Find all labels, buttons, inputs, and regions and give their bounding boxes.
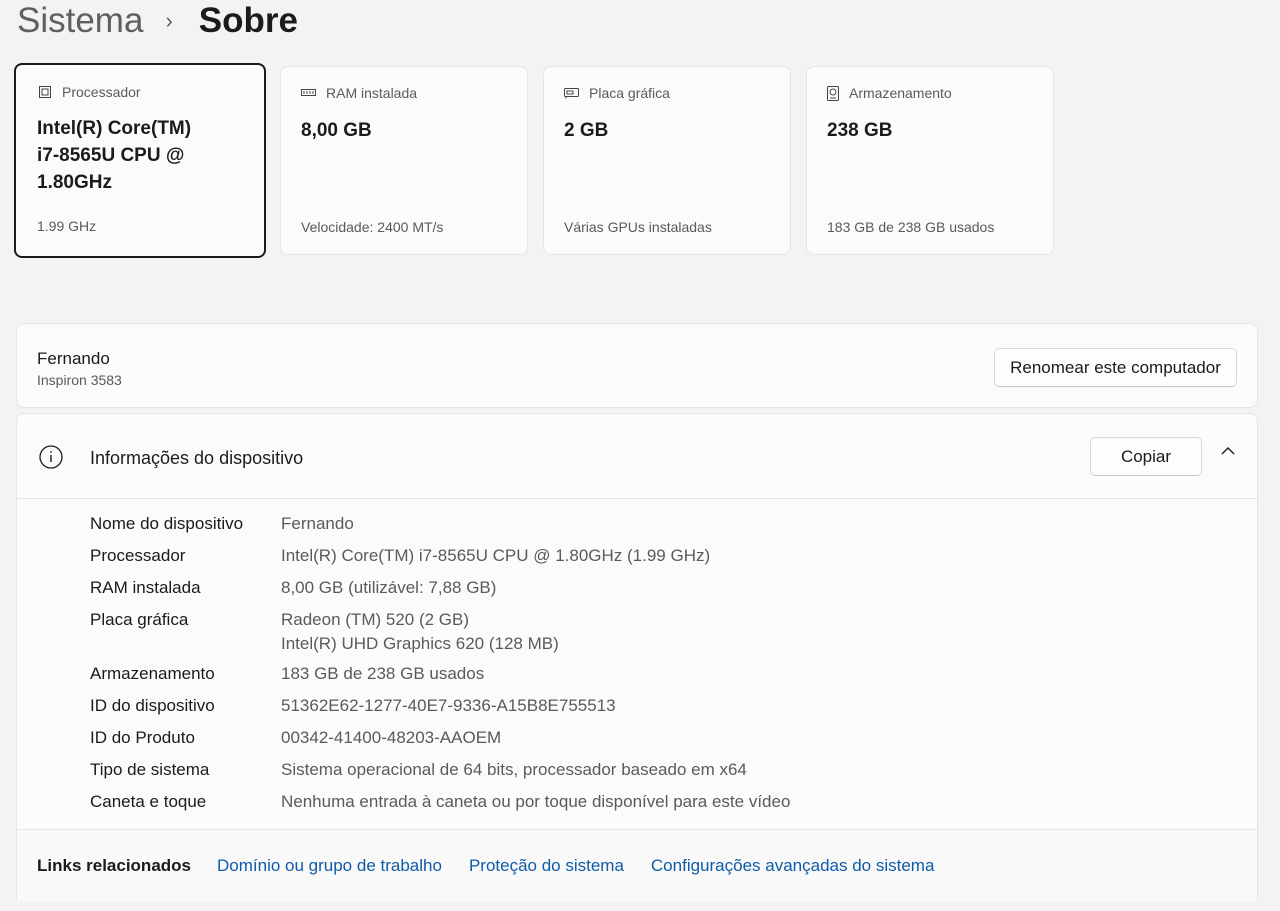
- link-system-protection[interactable]: Proteção do sistema: [469, 856, 624, 876]
- spec-value: Radeon (TM) 520 (2 GB): [281, 610, 470, 629]
- card-ram[interactable]: RAM instalada 8,00 GB Velocidade: 2400 M…: [280, 66, 528, 255]
- device-info-header[interactable]: Informações do dispositivo Copiar: [17, 414, 1257, 499]
- copy-button[interactable]: Copiar: [1090, 437, 1202, 476]
- computer-name: Fernando: [37, 349, 110, 368]
- card-gpu[interactable]: Placa gráfica 2 GB Várias GPUs instalada…: [543, 66, 791, 255]
- spec-row-gpu: Placa gráfica Radeon (TM) 520 (2 GB) Int…: [90, 608, 559, 656]
- spec-row-product-id: ID do Produto 00342-41400-48203-AAOEM: [90, 726, 501, 750]
- spec-value: Nenhuma entrada à caneta ou por toque di…: [281, 792, 791, 811]
- spec-label: ID do dispositivo: [90, 696, 215, 715]
- card-processor[interactable]: Processador Intel(R) Core(TM) i7-8565U C…: [14, 63, 266, 258]
- breadcrumb-sistema[interactable]: Sistema: [17, 1, 143, 41]
- card-footer: 183 GB de 238 GB usados: [827, 219, 995, 235]
- computer-name-panel: Fernando Inspiron 3583 Renomear este com…: [16, 323, 1258, 408]
- storage-icon: [827, 85, 839, 101]
- spec-row-system-type: Tipo de sistema Sistema operacional de 6…: [90, 758, 747, 782]
- spec-value: 51362E62-1277-40E7-9336-A15B8E755513: [281, 696, 616, 715]
- gpu-icon: [564, 88, 579, 99]
- spec-row-processor: Processador Intel(R) Core(TM) i7-8565U C…: [90, 544, 710, 568]
- breadcrumb: Sistema › Sobre: [17, 0, 298, 42]
- page-title: Sobre: [198, 1, 298, 40]
- chevron-up-icon[interactable]: [1221, 446, 1235, 456]
- card-storage[interactable]: Armazenamento 238 GB 183 GB de 238 GB us…: [806, 66, 1054, 255]
- device-info-title: Informações do dispositivo: [90, 448, 304, 468]
- spec-value: Fernando: [281, 514, 354, 533]
- card-value: 8,00 GB: [301, 120, 372, 141]
- spec-label: ID do Produto: [90, 728, 195, 747]
- spec-value-secondary: Intel(R) UHD Graphics 620 (128 MB): [281, 634, 559, 653]
- spec-label: Processador: [90, 546, 186, 565]
- spec-row-device-name: Nome do dispositivo Fernando: [90, 512, 354, 536]
- spec-value: 183 GB de 238 GB usados: [281, 664, 485, 683]
- card-label: RAM instalada: [326, 85, 418, 101]
- chevron-right-icon: ›: [165, 8, 173, 33]
- spec-label: Nome do dispositivo: [90, 514, 244, 533]
- spec-label: Tipo de sistema: [90, 760, 210, 779]
- ram-icon: [301, 89, 316, 96]
- spec-value: 8,00 GB (utilizável: 7,88 GB): [281, 578, 497, 597]
- spec-value: Intel(R) Core(TM) i7-8565U CPU @ 1.80GHz…: [281, 546, 711, 565]
- card-label: Placa gráfica: [589, 85, 670, 101]
- rename-computer-button[interactable]: Renomear este computador: [994, 348, 1237, 387]
- computer-model: Inspiron 3583: [37, 372, 122, 388]
- spec-label: RAM instalada: [90, 578, 201, 597]
- card-footer: 1.99 GHz: [37, 218, 97, 234]
- card-value: Intel(R) Core(TM) i7-8565U CPU @ 1.80GHz: [37, 118, 192, 193]
- card-label: Armazenamento: [849, 85, 952, 101]
- device-info-panel: Informações do dispositivo Copiar Nome d…: [16, 413, 1258, 902]
- spec-row-pen-touch: Caneta e toque Nenhuma entrada à caneta …: [90, 790, 790, 814]
- link-domain-workgroup[interactable]: Domínio ou grupo de trabalho: [217, 856, 442, 876]
- spec-row-ram: RAM instalada 8,00 GB (utilizável: 7,88 …: [90, 576, 496, 600]
- link-advanced-system-settings[interactable]: Configurações avançadas do sistema: [651, 856, 935, 876]
- card-label: Processador: [62, 84, 141, 100]
- spec-label: Armazenamento: [90, 664, 215, 683]
- related-links-label: Links relacionados: [37, 856, 191, 875]
- processor-icon: [39, 86, 51, 98]
- spec-value: 00342-41400-48203-AAOEM: [281, 728, 502, 747]
- card-value: 2 GB: [564, 120, 609, 141]
- spec-label: Caneta e toque: [90, 792, 207, 811]
- spec-value: Sistema operacional de 64 bits, processa…: [281, 760, 747, 779]
- spec-label: Placa gráfica: [90, 610, 189, 629]
- info-icon: [39, 445, 63, 469]
- related-links-bar: Links relacionados Domínio ou grupo de t…: [17, 829, 1257, 902]
- spec-row-device-id: ID do dispositivo 51362E62-1277-40E7-933…: [90, 694, 616, 718]
- card-footer: Velocidade: 2400 MT/s: [301, 219, 444, 235]
- card-value: 238 GB: [827, 120, 893, 141]
- spec-row-storage: Armazenamento 183 GB de 238 GB usados: [90, 662, 484, 686]
- card-footer: Várias GPUs instaladas: [564, 219, 712, 235]
